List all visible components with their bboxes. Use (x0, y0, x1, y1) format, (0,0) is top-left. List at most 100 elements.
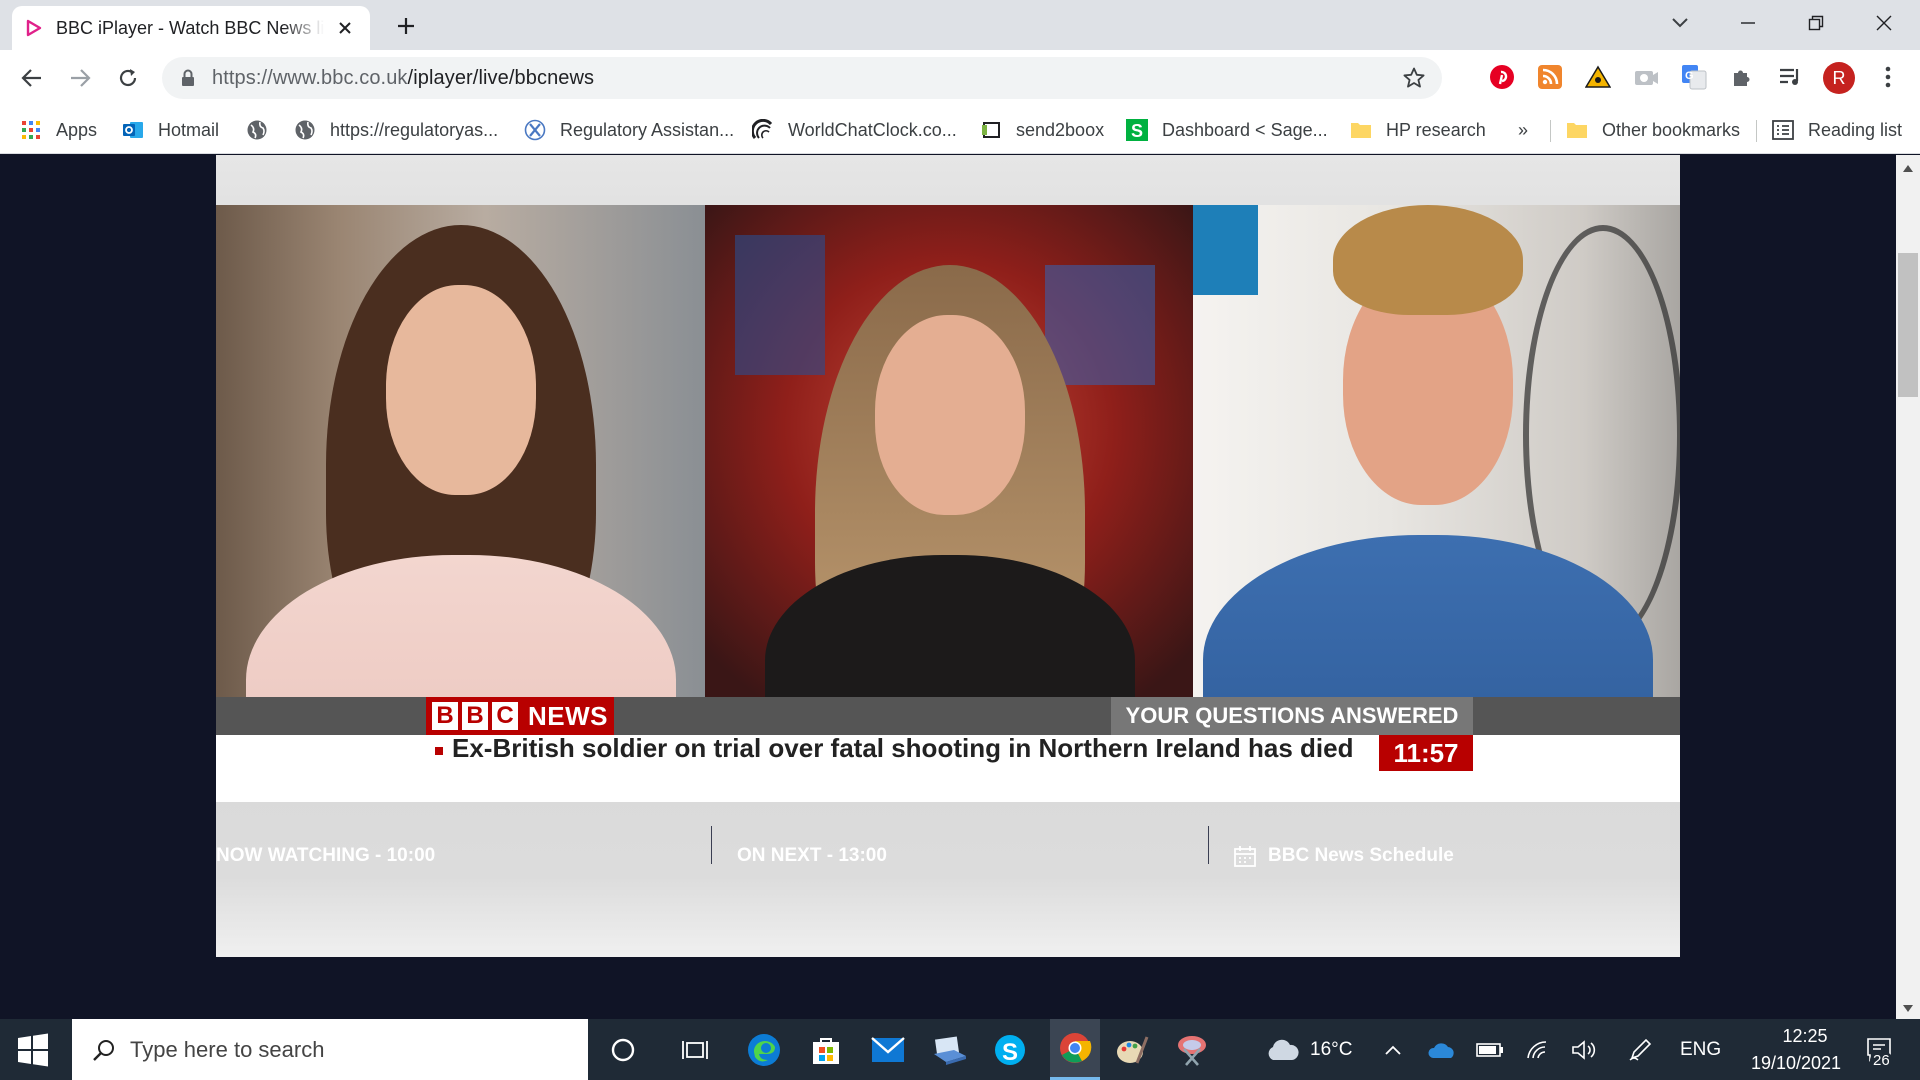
bookmarks-separator (1550, 120, 1551, 142)
rss-extension-icon[interactable] (1536, 63, 1564, 91)
video-feed-guest-right (1193, 205, 1680, 760)
clock-time[interactable]: 12:25 (1763, 1026, 1847, 1047)
edge-browser-icon[interactable] (744, 1031, 784, 1069)
bookmark-label: Other bookmarks (1602, 119, 1741, 140)
profile-avatar[interactable]: R (1823, 62, 1855, 94)
volume-icon[interactable] (1566, 1031, 1602, 1069)
close-window-button[interactable] (1866, 8, 1902, 38)
bookmark-sage-dashboard[interactable]: S Dashboard < Sage... (1126, 116, 1328, 144)
bookmark-send2boox[interactable]: send2boox (980, 116, 1104, 144)
bbc-logo-block: B (462, 702, 488, 730)
extensions-puzzle-icon[interactable] (1728, 63, 1756, 91)
url-text[interactable]: https://www.bbc.co.uk/iplayer/live/bbcne… (212, 67, 594, 90)
now-watching-label[interactable]: NOW WATCHING - 10:00 (216, 845, 435, 867)
back-button[interactable] (16, 62, 48, 94)
bookmark-label: Hotmail (158, 119, 220, 140)
minimize-button[interactable] (1730, 8, 1766, 38)
onedrive-icon[interactable] (1424, 1031, 1460, 1069)
bbc-logo-block: B (432, 702, 458, 730)
iplayer-play-icon (26, 19, 42, 37)
skype-icon[interactable]: S (990, 1031, 1030, 1069)
microsoft-store-icon[interactable] (806, 1031, 846, 1069)
svg-text:G: G (1685, 70, 1694, 82)
wifi-icon[interactable] (1520, 1031, 1556, 1069)
minimize-icon (1741, 22, 1755, 24)
file-explorer-icon[interactable] (930, 1031, 970, 1069)
bookmark-label: send2boox (1016, 119, 1105, 140)
reload-icon (119, 69, 137, 87)
cortana-icon[interactable] (603, 1031, 643, 1069)
reload-button[interactable] (112, 62, 144, 94)
bookmark-star-icon[interactable] (1402, 66, 1426, 90)
bookmark-other-bookmarks[interactable]: Other bookmarks (1566, 116, 1740, 144)
windows-start-icon[interactable] (16, 1033, 50, 1067)
svg-text:S: S (1131, 121, 1143, 141)
pinterest-extension-icon[interactable] (1488, 63, 1516, 91)
search-icon (93, 1039, 114, 1061)
task-view-icon[interactable] (675, 1031, 715, 1069)
address-bar[interactable]: https://www.bbc.co.uk/iplayer/live/bbcne… (162, 57, 1442, 99)
bookmarks-separator (1756, 120, 1757, 142)
tab-search-button[interactable] (1662, 8, 1698, 38)
snipping-tool-icon[interactable] (1172, 1031, 1212, 1069)
chrome-taskbar-icon[interactable] (1050, 1019, 1100, 1080)
reading-list-icon (1772, 119, 1794, 141)
bookmark-regulatoryas[interactable]: https://regulatoryas... (294, 116, 498, 144)
taskbar-search-box[interactable]: Type here to search (72, 1019, 588, 1080)
google-translate-extension-icon[interactable]: G (1680, 63, 1708, 91)
outlook-icon (122, 119, 144, 141)
notification-count: 26 (1870, 1052, 1893, 1069)
bookmark-regulatory-assistant[interactable]: Regulatory Assistan... (524, 116, 734, 144)
bookmark-globe[interactable] (246, 116, 282, 144)
ticker-headline: Ex-British soldier on trial over fatal s… (452, 733, 1354, 763)
svg-text:S: S (1002, 1039, 1018, 1066)
media-controls-icon[interactable] (1776, 63, 1804, 91)
bookmark-worldchatclock[interactable]: WorldChatClock.co... (752, 116, 957, 144)
browser-menu-button[interactable] (1874, 63, 1902, 91)
folder-icon (1350, 119, 1372, 141)
bookmark-label: Apps (56, 119, 98, 140)
forward-button[interactable] (64, 62, 96, 94)
sage-s-icon: S (1126, 119, 1148, 141)
bbc-news-logo: B B C NEWS (426, 697, 614, 735)
bookmark-label: WorldChatClock.co... (788, 119, 957, 140)
pen-icon[interactable] (1622, 1031, 1658, 1069)
paint-app-icon[interactable] (1112, 1031, 1152, 1069)
bookmark-apps[interactable]: Apps (20, 116, 97, 144)
clock-date[interactable]: 19/10/2021 (1734, 1053, 1858, 1074)
close-icon (1876, 15, 1892, 31)
language-indicator[interactable]: ENG (1680, 1039, 1721, 1061)
bookmark-label: HP research (1386, 119, 1486, 140)
reading-list-button[interactable]: Reading list (1772, 116, 1902, 144)
iplayer-page: B B C NEWS YOUR QUESTIONS ANSWERED Ex-Br… (0, 155, 1920, 1019)
restore-button[interactable] (1798, 8, 1834, 38)
scrollbar-thumb[interactable] (1898, 253, 1918, 397)
tab-strip: BBC iPlayer - Watch BBC News live (0, 0, 1920, 50)
bbc-news-schedule-link[interactable]: BBC News Schedule (1268, 845, 1454, 867)
browser-tab-iplayer[interactable]: BBC iPlayer - Watch BBC News live (12, 6, 370, 50)
scroll-up-arrow[interactable] (1900, 160, 1916, 176)
mail-icon[interactable] (868, 1031, 908, 1069)
bookmarks-overflow-button[interactable]: » (1518, 116, 1528, 144)
weather-cloud-icon[interactable] (1260, 1031, 1304, 1069)
bookmark-hp-research[interactable]: HP research (1350, 116, 1486, 144)
programme-title: YOUR QUESTIONS ANSWERED (1111, 697, 1473, 735)
wall-picture (1193, 205, 1258, 295)
arrow-left-icon (21, 69, 41, 87)
video-player[interactable]: B B C NEWS YOUR QUESTIONS ANSWERED Ex-Br… (216, 155, 1680, 957)
chevron-up-icon[interactable] (1378, 1031, 1408, 1069)
on-next-label[interactable]: ON NEXT - 13:00 (737, 845, 887, 867)
bookmark-hotmail[interactable]: Hotmail (122, 116, 219, 144)
warning-extension-icon[interactable] (1584, 63, 1612, 91)
scroll-down-arrow[interactable] (1900, 1000, 1916, 1016)
weather-temperature[interactable]: 16°C (1310, 1039, 1352, 1061)
new-tab-button[interactable] (392, 12, 420, 40)
camera-extension-icon[interactable] (1632, 63, 1660, 91)
battery-icon[interactable] (1472, 1031, 1508, 1069)
video-feeds (216, 205, 1680, 760)
lock-icon[interactable] (178, 68, 198, 88)
search-placeholder: Type here to search (130, 1036, 325, 1062)
bookmark-label: https://regulatoryas... (330, 119, 499, 140)
tab-close-icon[interactable] (334, 17, 356, 39)
arrow-right-icon (71, 69, 91, 87)
